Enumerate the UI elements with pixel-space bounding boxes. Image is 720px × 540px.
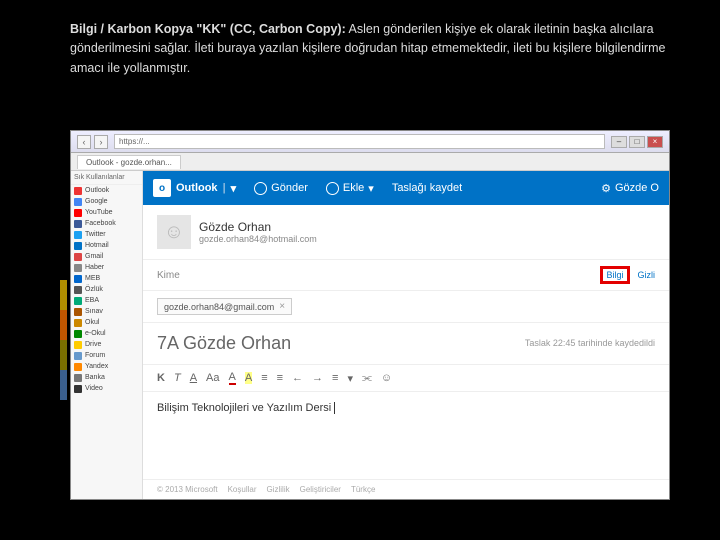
bookmark-item[interactable]: Facebook	[71, 218, 142, 229]
emoji-button[interactable]: ☺	[381, 372, 392, 384]
bookmark-item[interactable]: e-Okul	[71, 328, 142, 339]
language-link[interactable]: Türkçe	[351, 485, 375, 494]
explanation-text: Bilgi / Karbon Kopya "KK" (CC, Carbon Co…	[70, 20, 670, 78]
favicon-icon	[74, 297, 82, 305]
highlight-button[interactable]: A	[245, 372, 252, 384]
outlook-logo-icon: o	[153, 179, 171, 197]
favicon-icon	[74, 231, 82, 239]
text-cursor	[331, 402, 335, 414]
sender-name: Gözde Orhan	[199, 220, 317, 234]
sender-email: gozde.orhan84@hotmail.com	[199, 234, 317, 244]
bold-button[interactable]: K	[157, 372, 165, 384]
attach-icon	[326, 182, 339, 195]
bookmark-item[interactable]: Banka	[71, 372, 142, 383]
browser-tab[interactable]: Outlook - gozde.orhan...	[77, 155, 181, 169]
bookmark-item[interactable]: Okul	[71, 317, 142, 328]
bookmark-item[interactable]: Özlük	[71, 284, 142, 295]
favicon-icon	[74, 286, 82, 294]
attach-button[interactable]: Ekle▾	[326, 182, 374, 195]
bookmark-item[interactable]: EBA	[71, 295, 142, 306]
user-menu[interactable]: ⚙Gözde O	[601, 182, 659, 195]
privacy-link[interactable]: Gizlilik	[267, 485, 290, 494]
favicon-icon	[74, 374, 82, 382]
number-list-button[interactable]: ≡	[277, 372, 283, 384]
favicon-icon	[74, 363, 82, 371]
indent-button[interactable]: →	[312, 372, 323, 384]
gear-icon: ⚙	[601, 182, 611, 195]
screenshot-outlook: ‹ › https://... – □ × Outlook - gozde.or…	[70, 130, 670, 500]
bookmark-item[interactable]: Outlook	[71, 185, 142, 196]
remove-chip-icon[interactable]: ×	[279, 301, 285, 312]
favicon-icon	[74, 198, 82, 206]
send-button[interactable]: Gönder	[254, 182, 308, 195]
format-toolbar: K T A Aa A A ≡ ≡ ← → ≡ ▾ ⫘ ☺	[143, 365, 669, 392]
subject-row[interactable]: 7A Gözde Orhan Taslak 22:45 tarihinde ka…	[143, 323, 669, 365]
bookmark-item[interactable]: Sınav	[71, 306, 142, 317]
favicon-icon	[74, 275, 82, 283]
favicon-icon	[74, 253, 82, 261]
favicon-icon	[74, 187, 82, 195]
avatar: ☺	[157, 215, 191, 249]
favicon-icon	[74, 242, 82, 250]
link-button[interactable]: ⫘	[362, 372, 372, 385]
bookmark-item[interactable]: Drive	[71, 339, 142, 350]
bookmark-item[interactable]: Google	[71, 196, 142, 207]
to-row[interactable]: Kime Bilgi Gizli	[143, 260, 669, 291]
outlook-toolbar: o Outlook | ▾ Gönder Ekle▾ Taslağı kayde…	[143, 171, 669, 205]
forward-button[interactable]: ›	[94, 135, 108, 149]
favicon-icon	[74, 330, 82, 338]
recipient-chip[interactable]: gozde.orhan84@gmail.com ×	[157, 298, 292, 315]
cc-link-highlighted[interactable]: Bilgi	[600, 266, 629, 284]
cc-row[interactable]: gozde.orhan84@gmail.com ×	[143, 291, 669, 323]
to-label: Kime	[157, 270, 180, 281]
italic-button[interactable]: T	[174, 372, 181, 384]
developers-link[interactable]: Geliştiriciler	[300, 485, 341, 494]
bullet-list-button[interactable]: ≡	[261, 372, 267, 384]
address-bar[interactable]: https://...	[114, 134, 605, 149]
bookmark-item[interactable]: Haber	[71, 262, 142, 273]
terms-link[interactable]: Koşullar	[228, 485, 257, 494]
send-icon	[254, 182, 267, 195]
minimize-button[interactable]: –	[611, 136, 627, 148]
outlook-brand[interactable]: o Outlook | ▾	[153, 179, 236, 197]
favicon-icon	[74, 264, 82, 272]
underline-button[interactable]: A	[190, 372, 197, 384]
maximize-button[interactable]: □	[629, 136, 645, 148]
outdent-button[interactable]: ←	[292, 372, 303, 384]
back-button[interactable]: ‹	[77, 135, 91, 149]
bookmark-item[interactable]: Video	[71, 383, 142, 394]
fontsize-button[interactable]: Aa	[206, 372, 219, 384]
slide-accent	[60, 280, 67, 400]
align-button[interactable]: ≡	[332, 372, 338, 384]
browser-tabs: Outlook - gozde.orhan...	[71, 153, 669, 171]
page-footer: © 2013 Microsoft Koşullar Gizlilik Geliş…	[143, 479, 669, 499]
save-draft-button[interactable]: Taslağı kaydet	[392, 182, 462, 194]
subject-input[interactable]: 7A Gözde Orhan	[157, 333, 291, 354]
favicon-icon	[74, 220, 82, 228]
favicon-icon	[74, 352, 82, 360]
favicon-icon	[74, 319, 82, 327]
favicon-icon	[74, 341, 82, 349]
bookmark-item[interactable]: Gmail	[71, 251, 142, 262]
more-format-button[interactable]: ▾	[347, 372, 353, 385]
bookmark-item[interactable]: YouTube	[71, 207, 142, 218]
bookmark-item[interactable]: Hotmail	[71, 240, 142, 251]
favicon-icon	[74, 308, 82, 316]
sidebar-label: Sık Kullanılanlar	[71, 171, 142, 185]
bookmark-item[interactable]: Forum	[71, 350, 142, 361]
sender-row: ☺ Gözde Orhan gozde.orhan84@hotmail.com	[143, 205, 669, 260]
close-button[interactable]: ×	[647, 136, 663, 148]
browser-titlebar: ‹ › https://... – □ ×	[71, 131, 669, 153]
bookmark-item[interactable]: Yandex	[71, 361, 142, 372]
message-body[interactable]: Bilişim Teknolojileri ve Yazılım Dersi	[143, 392, 669, 479]
chevron-down-icon[interactable]: ▾	[231, 182, 237, 195]
fontcolor-button[interactable]: A	[229, 371, 236, 385]
bookmark-item[interactable]: MEB	[71, 273, 142, 284]
draft-status: Taslak 22:45 tarihinde kaydedildi	[525, 338, 655, 350]
bcc-link[interactable]: Gizli	[638, 270, 656, 280]
bookmark-item[interactable]: Twitter	[71, 229, 142, 240]
favicon-icon	[74, 385, 82, 393]
bookmarks-sidebar: Sık Kullanılanlar OutlookGoogleYouTubeFa…	[71, 171, 143, 499]
favicon-icon	[74, 209, 82, 217]
